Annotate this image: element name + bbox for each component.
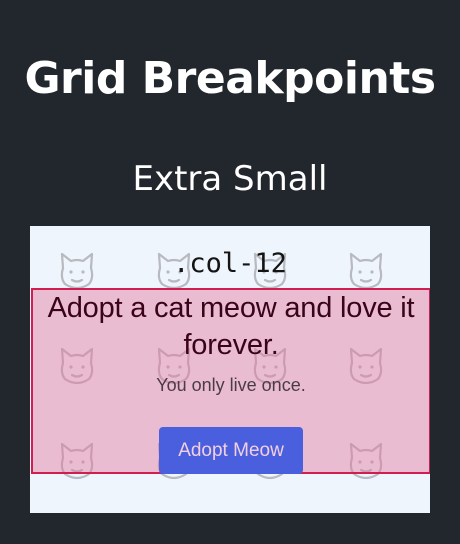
breakpoint-demo: .col-12 Adopt a cat meow and love it for… — [30, 226, 430, 513]
page-title: Grid Breakpoints — [24, 53, 436, 104]
column-subtext: You only live once. — [156, 375, 306, 395]
col-12-column: Adopt a cat meow and love it forever. Yo… — [31, 288, 430, 474]
adopt-meow-button[interactable]: Adopt Meow — [159, 427, 303, 474]
section-title: Extra Small — [132, 159, 328, 199]
column-heading: Adopt a cat meow and love it forever. — [47, 292, 415, 361]
column-class-label: .col-12 — [173, 248, 287, 279]
page: Grid Breakpoints Extra Small .col-12 Ado… — [0, 0, 460, 544]
